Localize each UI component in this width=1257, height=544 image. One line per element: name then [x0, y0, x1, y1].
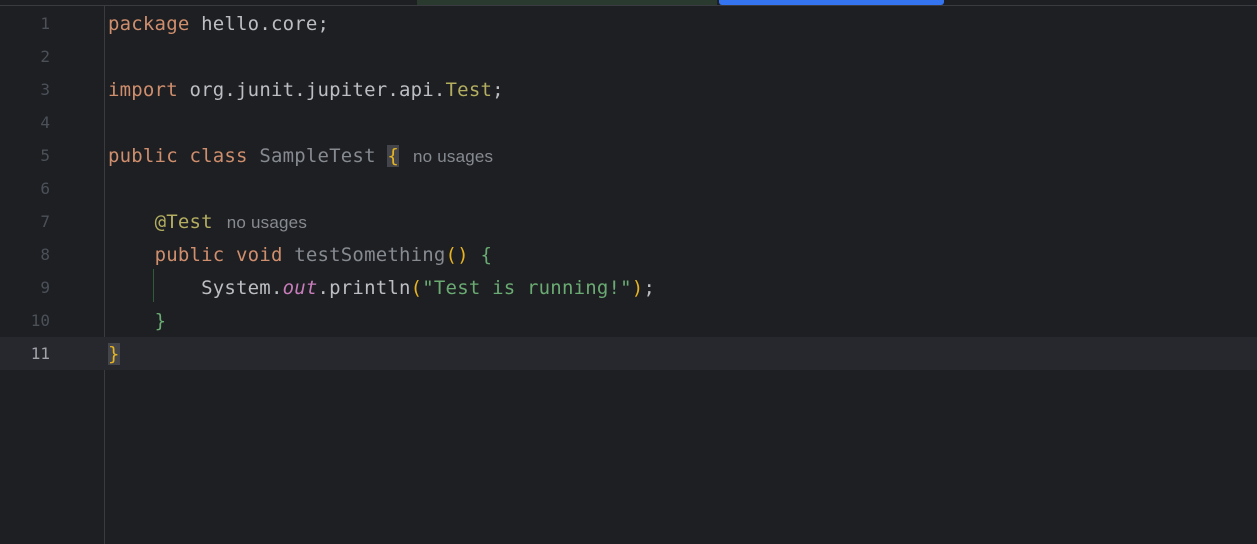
class-name: SampleTest [259, 145, 376, 167]
line-number: 8 [40, 245, 50, 264]
line-number: 7 [40, 212, 50, 231]
code-line-7[interactable]: 7 @Test no usages [0, 205, 1257, 238]
code-line-1[interactable]: 1 package hello.core; [0, 7, 1257, 40]
keyword: import [108, 79, 178, 101]
close-brace: } [154, 310, 167, 332]
tab-indicator-inactive[interactable] [417, 0, 717, 5]
line-number: 5 [40, 146, 50, 165]
annotation: @Test [154, 211, 213, 233]
code-editor[interactable]: 1 package hello.core; 2 3 import org.jun… [0, 6, 1257, 544]
parentheses: () [445, 244, 469, 266]
tab-indicator-active[interactable] [719, 0, 944, 5]
semicolon: ; [643, 277, 656, 299]
line-number: 11 [30, 344, 50, 363]
close-brace-matched: } [108, 343, 120, 365]
code-text[interactable]: package hello.core; [108, 12, 329, 36]
code-line-11-current[interactable]: 11 } [0, 337, 1257, 370]
import-path: org.junit.jupiter.api. [177, 79, 446, 101]
code-line-9[interactable]: 9 System.out.println("Test is running!")… [0, 271, 1257, 304]
line-number: 3 [40, 80, 50, 99]
line-number: 4 [40, 113, 50, 132]
usages-inlay-hint[interactable]: no usages [413, 147, 493, 166]
close-paren: ) [631, 277, 644, 299]
string-literal: "Test is running!" [422, 277, 632, 299]
keyword: public class [108, 145, 248, 167]
code-line-4[interactable]: 4 [0, 106, 1257, 139]
code-line-8[interactable]: 8 public void testSomething() { [0, 238, 1257, 271]
code-text[interactable]: System.out.println("Test is running!"); [108, 276, 655, 300]
imported-class: Test [445, 79, 493, 101]
method-call: .println [317, 277, 411, 299]
system-class: System. [108, 277, 283, 299]
code-text[interactable]: } [108, 342, 120, 366]
code-text[interactable]: public class SampleTest { no usages [108, 144, 493, 169]
line-number: 10 [30, 311, 50, 330]
keyword: package [108, 13, 190, 35]
usages-inlay-hint[interactable]: no usages [227, 213, 307, 232]
keyword: public void [154, 244, 283, 266]
semicolon: ; [492, 79, 504, 101]
method-name: testSomething [294, 244, 446, 266]
code-text[interactable]: @Test no usages [108, 210, 307, 235]
code-text[interactable]: public void testSomething() { [108, 243, 492, 267]
code-line-2[interactable]: 2 [0, 40, 1257, 73]
code-line-10[interactable]: 10 } [0, 304, 1257, 337]
code-text[interactable]: } [108, 309, 166, 333]
line-number: 6 [40, 179, 50, 198]
open-brace: { [480, 244, 493, 266]
open-brace-matched: { [387, 145, 399, 167]
code-line-5[interactable]: 5 public class SampleTest { no usages [0, 139, 1257, 172]
line-number: 2 [40, 47, 50, 66]
line-number: 9 [40, 278, 50, 297]
code-line-3[interactable]: 3 import org.junit.jupiter.api.Test; [0, 73, 1257, 106]
static-field: out [282, 277, 318, 299]
code-line-6[interactable]: 6 [0, 172, 1257, 205]
open-paren: ( [410, 277, 423, 299]
package-name: hello.core; [189, 13, 330, 35]
line-number: 1 [40, 14, 50, 33]
code-text[interactable]: import org.junit.jupiter.api.Test; [108, 78, 504, 102]
